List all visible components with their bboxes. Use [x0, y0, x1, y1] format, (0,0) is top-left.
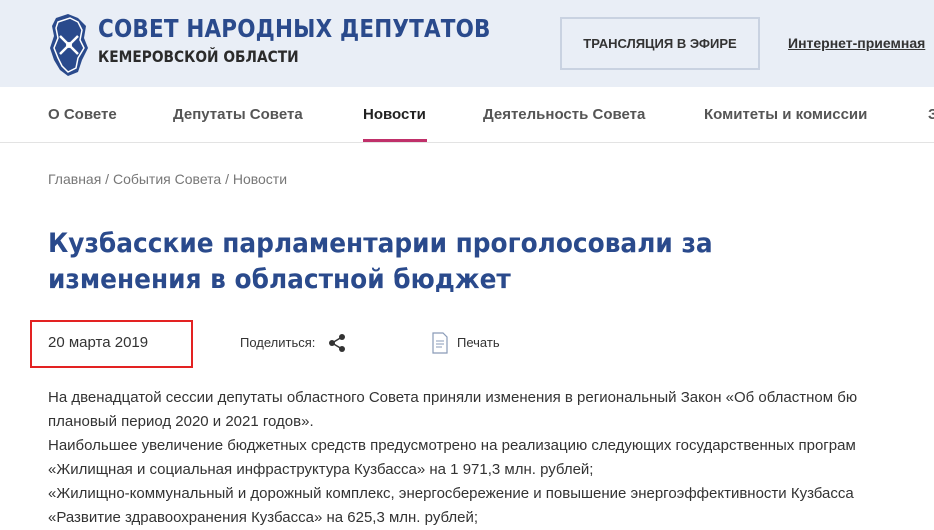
share-label[interactable]: Поделиться:: [240, 335, 315, 350]
article-body: На двенадцатой сессии депутаты областног…: [48, 386, 934, 530]
print-label[interactable]: Печать: [457, 335, 500, 350]
internet-reception-link[interactable]: Интернет-приемная: [788, 35, 925, 51]
article-date: 20 марта 2019: [48, 334, 149, 351]
main-nav: О Совете Депутаты Совета Новости Деятель…: [0, 87, 934, 143]
region-emblem-logo[interactable]: [48, 12, 90, 78]
article-paragraph: Наибольшее увеличение бюджетных средств …: [48, 437, 856, 454]
nav-item-more[interactable]: З: [928, 106, 934, 123]
nav-item-about[interactable]: О Совете: [48, 106, 117, 123]
share-icon[interactable]: [328, 333, 346, 353]
nav-item-activity[interactable]: Деятельность Совета: [483, 106, 645, 123]
breadcrumb[interactable]: Главная / События Совета / Новости: [48, 171, 287, 187]
article-paragraph: На двенадцатой сессии депутаты областног…: [48, 389, 858, 406]
article-paragraph: «Жилищная и социальная инфраструктура Ку…: [48, 461, 594, 478]
print-icon[interactable]: [432, 332, 448, 354]
article-title: Кузбасские парламентарии проголосовали з…: [48, 228, 713, 295]
article-paragraph: плановый период 2020 и 2021 годов».: [48, 413, 314, 430]
nav-item-news[interactable]: Новости: [363, 106, 426, 123]
org-title[interactable]: СОВЕТ НАРОДНЫХ ДЕПУТАТОВ: [98, 14, 491, 43]
nav-item-deputies[interactable]: Депутаты Совета: [173, 106, 303, 123]
site-header: СОВЕТ НАРОДНЫХ ДЕПУТАТОВ КЕМЕРОВСКОЙ ОБЛ…: [0, 0, 934, 87]
article-paragraph: «Развитие здравоохранения Кузбасса» на 6…: [48, 509, 479, 526]
article-paragraph: «Жилищно-коммунальный и дорожный комплек…: [48, 485, 854, 502]
live-broadcast-button[interactable]: ТРАНСЛЯЦИЯ В ЭФИРЕ: [560, 17, 760, 70]
active-nav-indicator: [363, 139, 427, 142]
nav-item-committees[interactable]: Комитеты и комиссии: [704, 106, 867, 123]
org-subtitle[interactable]: КЕМЕРОВСКОЙ ОБЛАСТИ: [98, 47, 299, 66]
